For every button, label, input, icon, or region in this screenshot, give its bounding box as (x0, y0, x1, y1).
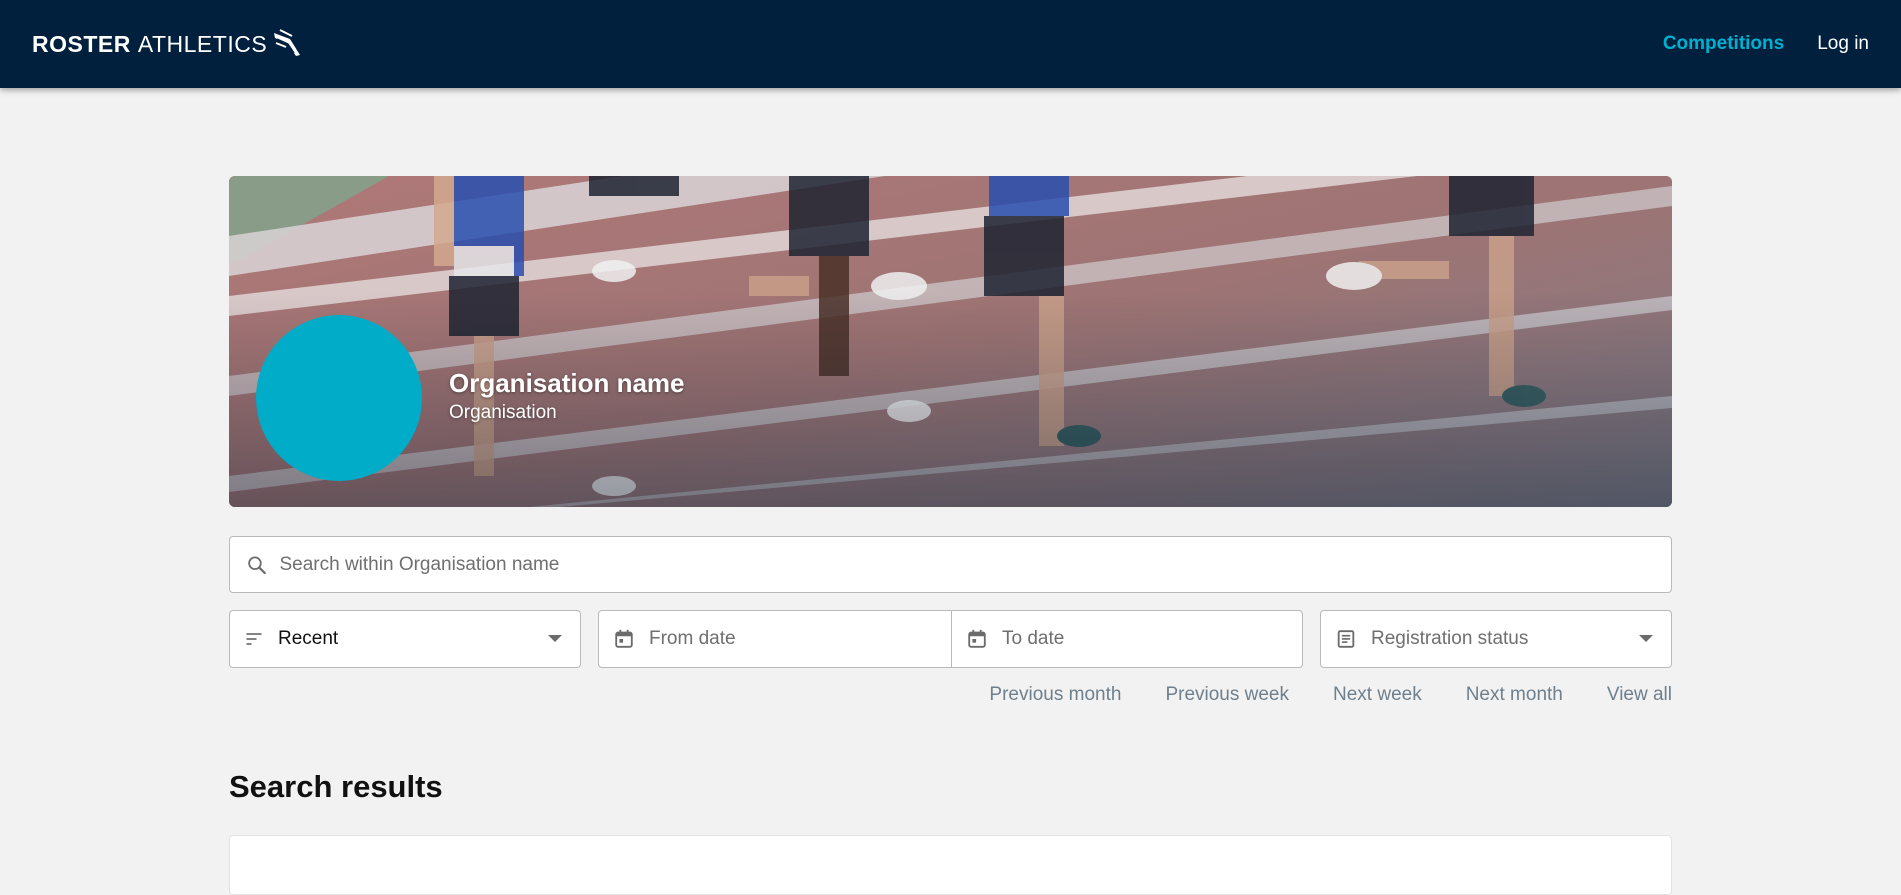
calendar-icon (968, 629, 986, 648)
registration-status-select[interactable]: Registration status (1320, 610, 1672, 668)
roster-athletics-logo[interactable]: ROSTER ATHLETICS (32, 29, 304, 59)
organisation-search-box[interactable] (229, 536, 1672, 593)
organisation-avatar (256, 315, 422, 481)
date-quick-links: Previous month Previous week Next week N… (989, 684, 1672, 706)
organisation-type: Organisation (449, 402, 557, 423)
chevron-down-icon (548, 635, 562, 642)
organisation-name: Organisation name (449, 368, 685, 398)
sort-value: Recent (278, 628, 339, 649)
banner-overlay (229, 176, 1672, 507)
next-month-link[interactable]: Next month (1466, 684, 1563, 706)
calendar-icon (615, 629, 633, 648)
previous-month-link[interactable]: Previous month (989, 684, 1121, 706)
to-date-placeholder: To date (1002, 628, 1065, 649)
search-icon (248, 555, 266, 574)
view-all-link[interactable]: View all (1607, 684, 1672, 706)
top-navigation-bar: ROSTER ATHLETICS Competitions Log in (0, 0, 1901, 88)
results-card (229, 835, 1672, 895)
sort-icon (246, 633, 262, 645)
search-input[interactable] (279, 553, 1671, 576)
from-date-placeholder: From date (649, 628, 736, 649)
to-date-field[interactable]: To date (951, 610, 1303, 668)
winged-shoe-icon (274, 29, 301, 56)
chevron-down-icon (1639, 635, 1653, 642)
search-results-heading: Search results (229, 769, 443, 804)
sort-select[interactable]: Recent (229, 610, 581, 668)
previous-week-link[interactable]: Previous week (1165, 684, 1289, 706)
organisation-banner: Organisation name Organisation (229, 176, 1672, 507)
main-nav: Competitions Log in (1663, 33, 1869, 55)
document-icon (1337, 630, 1355, 648)
logo-text-light: ATHLETICS (137, 30, 268, 57)
registration-status-placeholder: Registration status (1371, 628, 1529, 649)
next-week-link[interactable]: Next week (1333, 684, 1422, 706)
nav-log-in[interactable]: Log in (1817, 33, 1869, 55)
from-date-field[interactable]: From date (598, 610, 952, 668)
nav-competitions[interactable]: Competitions (1663, 33, 1784, 55)
logo-text-bold: ROSTER (32, 30, 131, 57)
